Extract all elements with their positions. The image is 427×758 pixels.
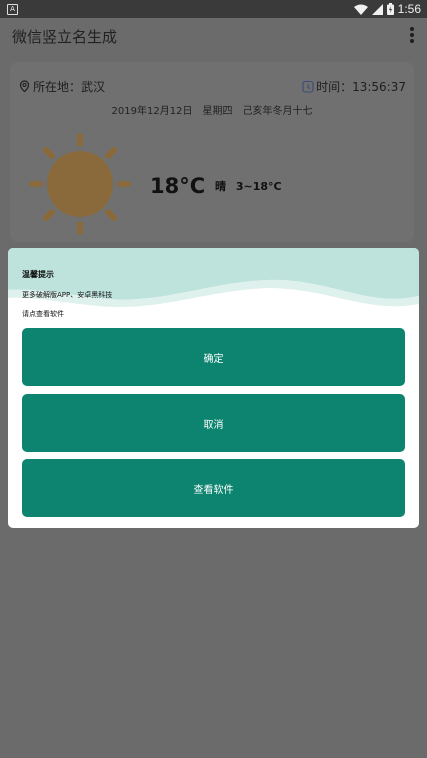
page-title: 微信竖立名生成 xyxy=(12,28,118,46)
app-bar: 微信竖立名生成 xyxy=(0,18,427,54)
notification-app-icon: A xyxy=(7,4,18,15)
status-time: 1:56 xyxy=(397,2,421,16)
status-bar-right: 1:56 xyxy=(353,1,421,17)
time-label: 时间：13:56:37 xyxy=(316,80,406,94)
more-vert-icon[interactable] xyxy=(409,27,415,45)
view-software-button[interactable]: 查看软件 xyxy=(22,459,405,517)
weather-summary: 晴 3~18°C xyxy=(215,178,282,194)
battery-icon xyxy=(386,3,394,15)
tip-dialog: 温馨提示 更多破解版APP、安卓黑科技 请点查看软件 确定 取消 查看软件 xyxy=(8,248,419,528)
dialog-message-line-1: 更多破解版APP、安卓黑科技 xyxy=(22,291,113,299)
temperature-range: 3~18°C xyxy=(235,180,282,193)
weather-card: 所在地：武汉 时间：13:56:37 2019年12月12日 星期四 己亥年冬月… xyxy=(10,62,414,242)
status-bar: A 1:56 xyxy=(0,0,427,18)
wifi-icon xyxy=(353,4,368,15)
signal-icon xyxy=(371,3,383,15)
dialog-title: 温馨提示 xyxy=(22,270,54,279)
location-label: 所在地：武汉 xyxy=(33,80,106,94)
date-line: 2019年12月12日 星期四 己亥年冬月十七 xyxy=(111,106,313,117)
location-icon xyxy=(19,80,30,93)
sun-icon xyxy=(29,133,131,235)
cancel-button[interactable]: 取消 xyxy=(22,394,405,452)
temperature: 18°C xyxy=(150,174,206,198)
time-row: 时间：13:56:37 xyxy=(302,78,406,95)
location-row: 所在地：武汉 xyxy=(18,78,105,95)
dialog-message-line-2: 请点查看软件 xyxy=(22,310,64,318)
confirm-button[interactable]: 确定 xyxy=(22,328,405,386)
clock-icon xyxy=(302,80,314,93)
weather-condition: 晴 xyxy=(215,180,226,193)
